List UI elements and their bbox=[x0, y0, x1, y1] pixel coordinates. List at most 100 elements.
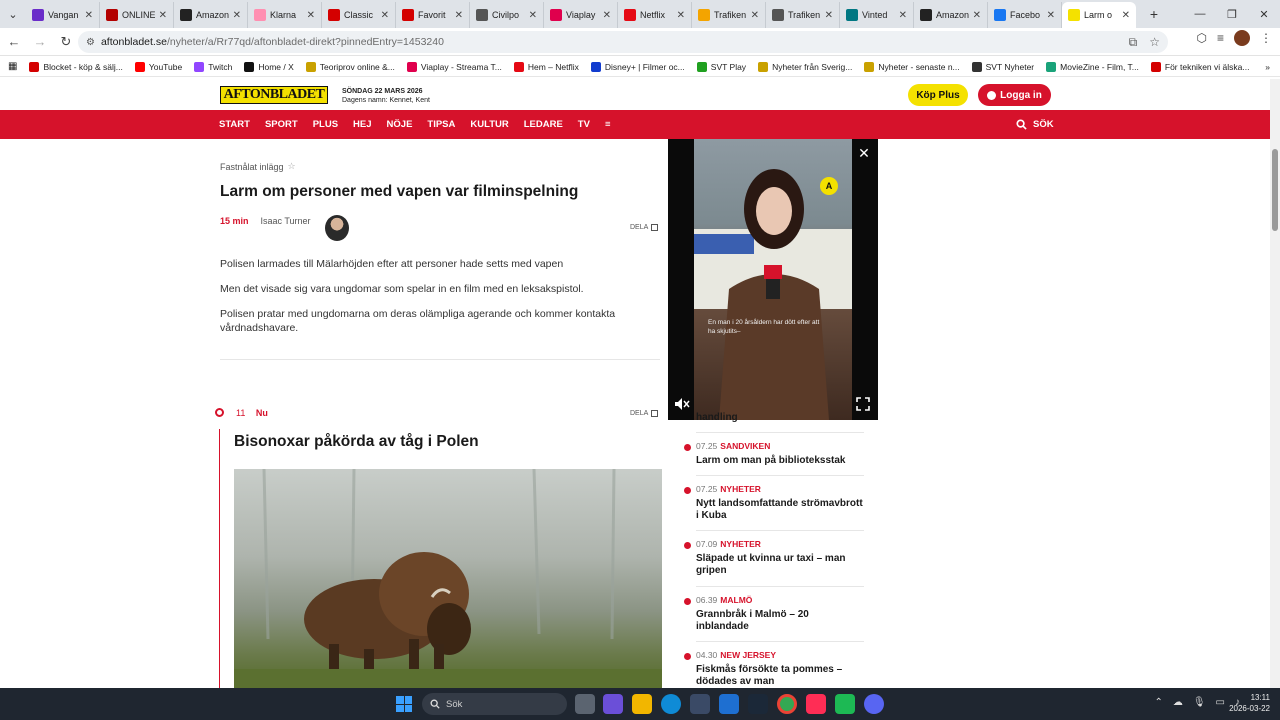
new-tab-button[interactable]: + bbox=[1142, 2, 1166, 26]
nav-item-tipsa[interactable]: TIPSA bbox=[427, 119, 455, 130]
aftonbladet-logo[interactable]: AFTONBLADET bbox=[220, 86, 328, 104]
back-button[interactable]: ← bbox=[2, 30, 26, 54]
network-icon[interactable]: ▭ bbox=[1216, 697, 1225, 708]
forward-button[interactable]: → bbox=[28, 30, 52, 54]
close-tab-icon[interactable]: ✕ bbox=[529, 10, 537, 21]
buy-plus-button[interactable]: Köp Plus bbox=[908, 84, 968, 106]
address-bar[interactable]: ⚙ aftonbladet.se/nyheter/a/Rr77qd/aftonb… bbox=[78, 31, 1168, 53]
reload-button[interactable]: ↻ bbox=[54, 30, 78, 54]
media-controls-icon[interactable]: ≡ bbox=[1217, 31, 1224, 45]
close-window-button[interactable]: ✕ bbox=[1248, 0, 1280, 28]
close-tab-icon[interactable]: ✕ bbox=[159, 10, 167, 21]
browser-tab[interactable]: Trafiken ✕ bbox=[766, 2, 840, 28]
taskbar-search[interactable]: Sök bbox=[422, 693, 567, 715]
bookmarks-overflow-icon[interactable]: » bbox=[1265, 62, 1270, 72]
close-tab-icon[interactable]: ✕ bbox=[825, 10, 833, 21]
browser-tab[interactable]: Classic ✕ bbox=[322, 2, 396, 28]
close-tab-icon[interactable]: ✕ bbox=[973, 10, 981, 21]
profile-avatar[interactable] bbox=[1234, 30, 1250, 46]
page-scrollbar[interactable] bbox=[1270, 79, 1280, 688]
close-video-icon[interactable]: ✕ bbox=[856, 145, 872, 161]
entry1-share-button[interactable]: DELA bbox=[630, 224, 659, 231]
scrollbar-thumb[interactable] bbox=[1272, 149, 1278, 231]
sidebar-news-item[interactable]: 04.30 NEW JERSEY Fiskmås försökte ta pomm… bbox=[684, 650, 864, 688]
bookmark-item[interactable]: Hem – Netflix bbox=[513, 61, 579, 72]
hamburger-menu-icon[interactable]: ≡ bbox=[605, 119, 611, 130]
nav-item-plus[interactable]: PLUS bbox=[313, 119, 338, 130]
whatsapp-icon[interactable] bbox=[835, 694, 855, 714]
close-tab-icon[interactable]: ✕ bbox=[307, 10, 315, 21]
close-tab-icon[interactable]: ✕ bbox=[751, 10, 759, 21]
bookmark-item[interactable]: För tekniken vi älska... bbox=[1150, 61, 1249, 72]
tab-search-button[interactable]: ⌄ bbox=[0, 0, 26, 28]
browser-tab[interactable]: Favorit ✕ bbox=[396, 2, 470, 28]
cloud-icon[interactable]: ☁ bbox=[1173, 697, 1183, 708]
sidebar-news-item[interactable]: 07.09 NYHETER Släpade ut kvinna ur taxi –… bbox=[684, 539, 864, 589]
nav-item-nöje[interactable]: NÖJE bbox=[387, 119, 413, 130]
bookmark-star-icon[interactable]: ☆ bbox=[1149, 35, 1160, 50]
bookmark-item[interactable]: Home / X bbox=[244, 61, 294, 72]
close-tab-icon[interactable]: ✕ bbox=[85, 10, 93, 21]
browser-tab[interactable]: Facebo ✕ bbox=[988, 2, 1062, 28]
close-tab-icon[interactable]: ✕ bbox=[603, 10, 611, 21]
bookmark-item[interactable]: SVT Nyheter bbox=[971, 61, 1034, 72]
maximize-button[interactable]: ❐ bbox=[1216, 0, 1248, 28]
bookmark-item[interactable]: Teoriprov online &... bbox=[305, 61, 395, 72]
microphone-icon[interactable]: 🎙 bbox=[1193, 697, 1206, 708]
nav-item-ledare[interactable]: LEDARE bbox=[524, 119, 563, 130]
nav-item-kultur[interactable]: KULTUR bbox=[470, 119, 508, 130]
browser-tab[interactable]: Vinted ✕ bbox=[840, 2, 914, 28]
browser-tab[interactable]: Amazon ✕ bbox=[914, 2, 988, 28]
chrome-icon[interactable] bbox=[777, 694, 797, 714]
entry1-author[interactable]: Isaac Turner bbox=[261, 216, 311, 226]
bison-photo[interactable] bbox=[234, 469, 662, 688]
bookmark-item[interactable]: Nyheter - senaste n... bbox=[864, 61, 960, 72]
bookmark-item[interactable]: Disney+ | Filmer oc... bbox=[590, 61, 685, 72]
close-tab-icon[interactable]: ✕ bbox=[233, 10, 241, 21]
entry2-title[interactable]: Bisonoxar påkörda av tåg i Polen bbox=[234, 433, 479, 451]
extensions-icon[interactable]: ⬡ bbox=[1197, 31, 1207, 45]
tray-chevron-icon[interactable]: ⌃ bbox=[1154, 697, 1162, 708]
sidebar-news-item[interactable]: 06.39 MALMÖ Grannbråk i Malmö – 20 inblan… bbox=[684, 595, 864, 645]
minimize-button[interactable]: — bbox=[1184, 0, 1216, 28]
browser-tab[interactable]: ONLINE ✕ bbox=[100, 2, 174, 28]
close-tab-icon[interactable]: ✕ bbox=[1122, 10, 1130, 21]
close-tab-icon[interactable]: ✕ bbox=[1047, 10, 1055, 21]
nav-item-sport[interactable]: SPORT bbox=[265, 119, 298, 130]
browser-menu-icon[interactable]: ⋮ bbox=[1260, 31, 1272, 45]
browser-tab[interactable]: Viaplay ✕ bbox=[544, 2, 618, 28]
browser-tab[interactable]: Amazon ✕ bbox=[174, 2, 248, 28]
bookmark-item[interactable]: SVT Play bbox=[696, 61, 746, 72]
mail-icon[interactable] bbox=[719, 694, 739, 714]
browser-tab[interactable]: Vangan ✕ bbox=[26, 2, 100, 28]
nav-item-tv[interactable]: TV bbox=[578, 119, 590, 130]
discord-icon[interactable] bbox=[864, 694, 884, 714]
copilot-icon[interactable] bbox=[603, 694, 623, 714]
bookmark-item[interactable]: MovieZine - Film, T... bbox=[1046, 61, 1139, 72]
steam-icon[interactable] bbox=[748, 694, 768, 714]
bookmark-item[interactable]: Twitch bbox=[194, 61, 232, 72]
nav-item-hej[interactable]: HEJ bbox=[353, 119, 371, 130]
browser-tab[interactable]: Netflix ✕ bbox=[618, 2, 692, 28]
sidebar-news-item[interactable]: 07.25 NYHETER Nytt landsomfattande ströma… bbox=[684, 484, 864, 534]
fullscreen-icon[interactable] bbox=[856, 397, 872, 413]
browser-tab[interactable]: Klarna ✕ bbox=[248, 2, 322, 28]
task-view-icon[interactable] bbox=[575, 694, 595, 714]
bookmark-item[interactable]: Blocket - köp & sälj... bbox=[29, 61, 123, 72]
apps-grid-icon[interactable]: ▦ bbox=[8, 61, 17, 72]
search-button[interactable]: SÖK bbox=[1016, 110, 1054, 139]
site-info-icon[interactable]: ⚙ bbox=[86, 37, 95, 48]
bookmark-item[interactable]: Nyheter från Sverig... bbox=[758, 61, 852, 72]
tiktok-icon[interactable] bbox=[806, 694, 826, 714]
start-button[interactable] bbox=[396, 696, 412, 712]
store-icon[interactable] bbox=[690, 694, 710, 714]
taskbar-clock[interactable]: 13:11 2026-03-22 bbox=[1229, 692, 1270, 714]
close-tab-icon[interactable]: ✕ bbox=[899, 10, 907, 21]
edge-icon[interactable] bbox=[661, 694, 681, 714]
close-tab-icon[interactable]: ✕ bbox=[455, 10, 463, 21]
bookmark-item[interactable]: Viaplay - Streama T... bbox=[406, 61, 502, 72]
login-button[interactable]: Logga in bbox=[978, 84, 1051, 106]
video-player[interactable]: A En man i 20 årsåldern har dött efter a… bbox=[668, 139, 878, 420]
install-app-icon[interactable]: ⧉ bbox=[1129, 35, 1138, 50]
entry2-share-button[interactable]: DELA bbox=[630, 410, 659, 417]
